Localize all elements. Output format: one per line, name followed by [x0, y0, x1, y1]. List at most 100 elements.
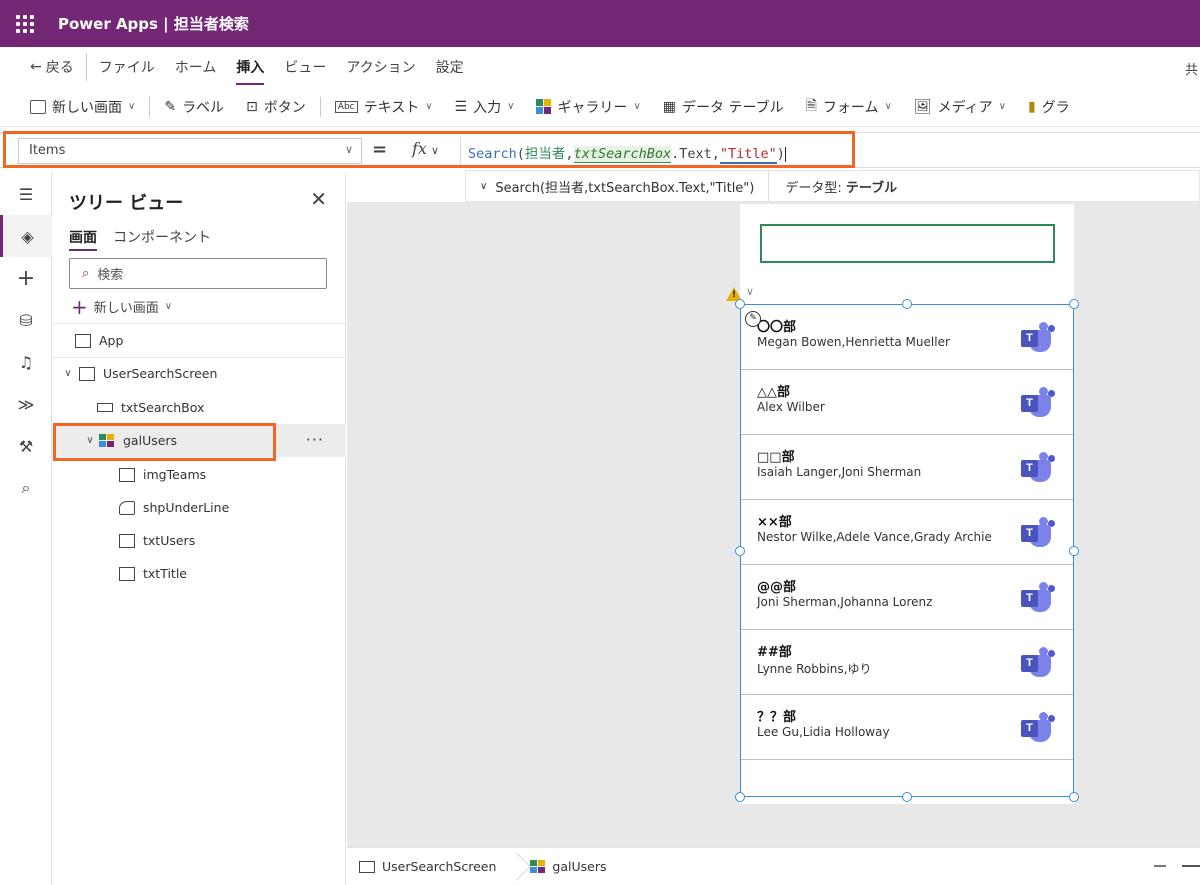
button-button[interactable]: ⊡ ボタン — [246, 97, 306, 117]
button-icon: ⊡ — [246, 98, 258, 115]
menu-settings[interactable]: 設定 — [436, 53, 464, 81]
teams-icon[interactable]: T — [1021, 517, 1055, 547]
plus-icon[interactable]: + — [0, 257, 52, 299]
gallery-row[interactable]: ××部 Nestor Wilke,Adele Vance,Grady Archi… — [741, 500, 1073, 565]
gallery-row[interactable]: 〇〇部 Megan Bowen,Henrietta Mueller T — [741, 305, 1073, 370]
chevron-down-icon: ∨ — [633, 101, 641, 112]
teams-icon[interactable]: T — [1021, 387, 1055, 417]
tree-node-screen[interactable]: ∨ UserSearchScreen — [53, 357, 346, 390]
row-users: Isaiah Langer,Joni Sherman — [757, 465, 922, 479]
row-title: 〇〇部 — [757, 320, 797, 335]
tools-icon[interactable]: ⚒ — [0, 425, 52, 467]
left-rail: ☰ ◈ + ⛁ ♫ ≫ ⚒ ⌕ — [0, 173, 52, 885]
txtsearchbox-control[interactable] — [760, 224, 1055, 263]
teams-icon[interactable]: T — [1021, 452, 1055, 482]
app-launcher-icon[interactable] — [0, 0, 50, 47]
search-icon[interactable]: ⌕ — [0, 467, 52, 509]
menu-file[interactable]: ファイル — [99, 53, 155, 81]
text-input-icon — [97, 403, 113, 412]
form-button[interactable]: 🗎 フォーム ∨ — [806, 95, 892, 119]
teams-icon[interactable]: T — [1021, 322, 1055, 352]
tree-node-txtsearchbox[interactable]: txtSearchBox — [53, 391, 346, 424]
resize-handle[interactable] — [902, 792, 912, 802]
back-button[interactable]: ← 戻る — [30, 53, 87, 81]
resize-handle[interactable] — [1069, 546, 1079, 556]
new-screen-button[interactable]: 新しい画面 ∨ — [30, 97, 135, 117]
gallery-row[interactable]: △△部 Alex Wilber T — [741, 370, 1073, 435]
breadcrumb-control[interactable]: galUsers — [518, 848, 618, 885]
teams-icon[interactable]: T — [1021, 712, 1055, 742]
tree-search-input[interactable]: ⌕ 検索 — [69, 258, 327, 289]
power-automate-icon[interactable]: ≫ — [0, 383, 52, 425]
data-table-button[interactable]: ▦ データ テーブル — [663, 97, 784, 117]
property-dropdown[interactable]: Items ∨ — [18, 138, 362, 164]
input-icon: ☰ — [454, 98, 468, 115]
tab-components[interactable]: コンポーネント — [113, 227, 211, 251]
media-button[interactable]: 🖼 メディア ∨ — [914, 97, 1006, 117]
tree-node-app[interactable]: App — [53, 324, 346, 357]
breadcrumb-screen[interactable]: UserSearchScreen — [347, 848, 508, 885]
hamburger-icon[interactable]: ☰ — [0, 173, 52, 215]
teams-icon[interactable]: T — [1021, 582, 1055, 612]
formula-input[interactable]: Search(担当者,txtSearchBox.Text,"Title") — [468, 142, 786, 164]
menu-action[interactable]: アクション — [346, 53, 415, 81]
chevron-down-icon: ∨ — [430, 144, 440, 157]
tree-view-title: ツリー ビュー — [69, 193, 184, 214]
divider — [149, 96, 151, 117]
resize-handle[interactable] — [1069, 299, 1079, 309]
tree-node-txttitle[interactable]: txtTitle — [53, 557, 346, 590]
tree-node-txtusers[interactable]: txtUsers — [53, 524, 346, 557]
arrow-left-icon: ← — [30, 59, 42, 75]
menu-view[interactable]: ビュー — [284, 53, 326, 81]
galusers-gallery[interactable]: 〇〇部 Megan Bowen,Henrietta Mueller T △△部 … — [740, 304, 1074, 797]
text-button[interactable]: Abc テキスト ∨ — [334, 97, 433, 117]
media-icon[interactable]: ♫ — [0, 341, 52, 383]
equals-sign: = — [372, 139, 388, 160]
hint-data-type: データ型: テーブル — [785, 180, 898, 196]
fx-button[interactable]: fx ∨ — [412, 139, 439, 158]
chevron-down-icon: ∨ — [86, 435, 94, 446]
resize-handle[interactable] — [1069, 792, 1079, 802]
gallery-row[interactable]: ##部 Lynne Robbins,ゆり T — [741, 630, 1073, 695]
tree-node-galusers[interactable]: ∨ galUsers ··· — [53, 424, 346, 457]
shape-icon — [119, 500, 135, 515]
close-icon[interactable]: ✕ — [310, 187, 327, 211]
chart-button[interactable]: ▮ グラ — [1028, 97, 1070, 117]
zoom-slider[interactable] — [1182, 865, 1200, 867]
resize-handle[interactable] — [902, 299, 912, 309]
database-icon[interactable]: ⛁ — [0, 299, 52, 341]
layers-icon[interactable]: ◈ — [0, 215, 52, 257]
chevron-down-icon: ∨ — [128, 101, 136, 112]
gallery-row[interactable]: @@部 Joni Sherman,Johanna Lorenz T — [741, 565, 1073, 630]
new-screen-link[interactable]: + 新しい画面 ∨ — [71, 294, 172, 319]
breadcrumb-separator — [508, 848, 518, 885]
teams-icon[interactable]: T — [1021, 647, 1055, 677]
chevron-down-icon: ∨ — [64, 368, 72, 379]
input-button[interactable]: ☰ 入力 ∨ — [455, 97, 515, 117]
resize-handle[interactable] — [735, 299, 745, 309]
function-icon: fx — [412, 139, 427, 158]
screen-icon — [79, 366, 95, 381]
menu-home[interactable]: ホーム — [175, 53, 217, 81]
tree-node-imgteams[interactable]: imgTeams — [53, 458, 346, 491]
hint-expression[interactable]: ∨ Search(担当者,txtSearchBox.Text,"Title") — [466, 171, 770, 201]
row-users: Alex Wilber — [757, 400, 825, 414]
gallery-button[interactable]: ギャラリー ∨ — [536, 97, 641, 117]
gallery-row[interactable]: ？？部 Lee Gu,Lidia Holloway T — [741, 695, 1073, 760]
zoom-out-button[interactable] — [1154, 865, 1166, 867]
tab-screens[interactable]: 画面 — [69, 227, 97, 251]
resize-handle[interactable] — [735, 792, 745, 802]
resize-handle[interactable] — [735, 546, 745, 556]
label-button[interactable]: ✎ ラベル — [164, 97, 224, 117]
plus-icon: + — [71, 294, 88, 319]
menu-share-partial[interactable]: 共 — [1185, 59, 1198, 78]
formula-result-hint: ∨ Search(担当者,txtSearchBox.Text,"Title") … — [465, 170, 1200, 202]
more-options-button[interactable]: ··· — [306, 430, 324, 449]
edit-gallery-icon[interactable]: ✎ — [745, 311, 761, 327]
status-bar: UserSearchScreen galUsers — [347, 847, 1200, 885]
menu-insert[interactable]: 挿入 — [236, 53, 265, 85]
image-icon: 🖼 — [913, 98, 932, 115]
gallery-row[interactable]: □□部 Isaiah Langer,Joni Sherman T — [741, 435, 1073, 500]
tree-node-shpunderline[interactable]: shpUnderLine — [53, 491, 346, 524]
row-title: △△部 — [757, 385, 790, 400]
